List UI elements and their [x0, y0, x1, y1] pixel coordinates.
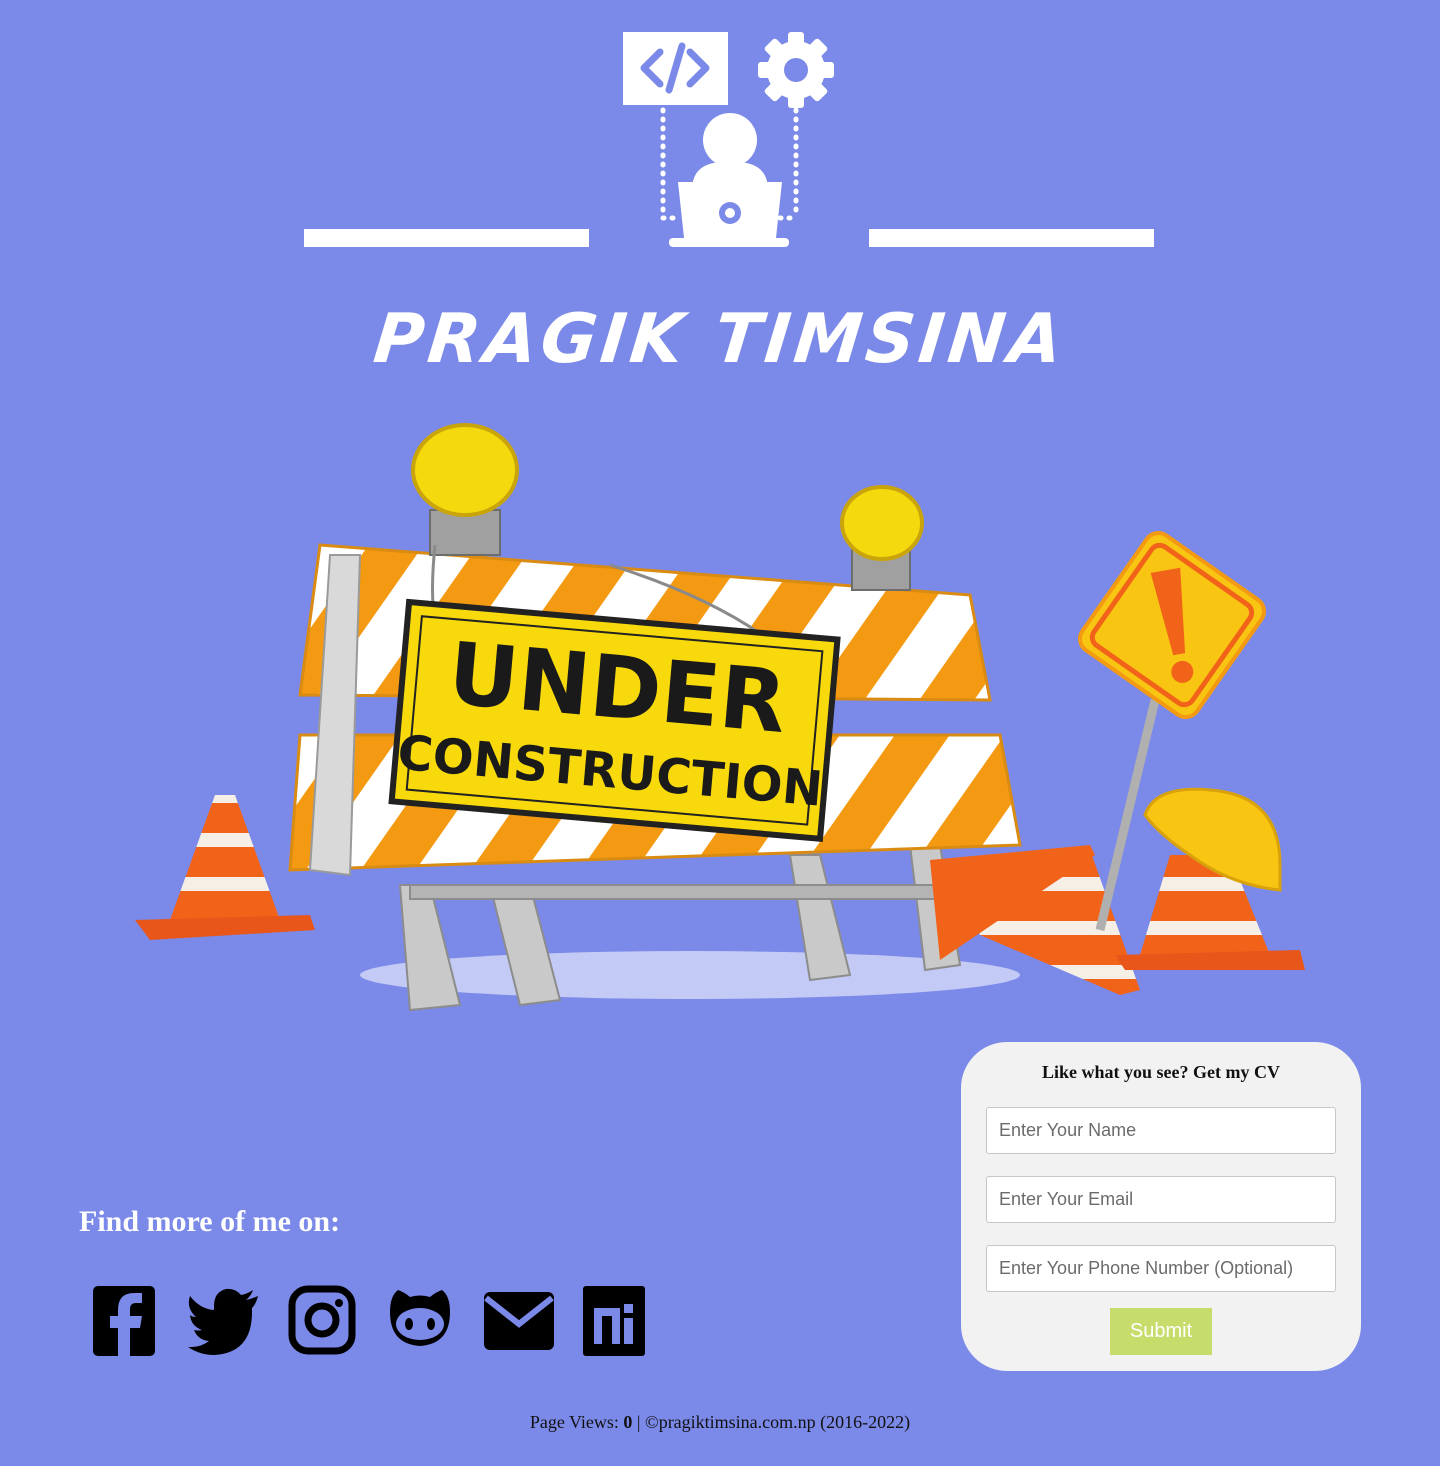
under-construction-sign: UNDER CONSTRUCTION	[388, 598, 841, 843]
code-icon	[623, 32, 728, 105]
email-icon	[484, 1292, 554, 1350]
submit-button[interactable]: Submit	[1110, 1308, 1212, 1355]
page-views-label: Page Views:	[529, 1412, 619, 1432]
github-icon	[390, 1290, 450, 1346]
footer: Page Views: 0 | ©pragiktimsina.com.np (2…	[0, 1412, 1440, 1433]
twitter-icon	[188, 1288, 258, 1355]
twitter-link[interactable]	[188, 1284, 260, 1356]
under-construction-illustration: UNDER CONSTRUCTION	[135, 423, 1305, 1012]
npm-link[interactable]	[580, 1284, 652, 1356]
logo-line-right	[869, 229, 1154, 247]
name-input[interactable]	[986, 1107, 1336, 1154]
copyright-text: ©pragiktimsina.com.np (2016-2022)	[645, 1412, 911, 1432]
warning-sign	[1078, 531, 1266, 719]
cv-form-title: Like what you see? Get my CV	[1042, 1062, 1280, 1082]
facebook-icon	[93, 1286, 155, 1356]
developer-laptop-icon	[669, 113, 789, 247]
traffic-cone-left	[135, 795, 315, 940]
social-title: Find more of me on:	[79, 1205, 341, 1238]
footer-separator: |	[636, 1412, 641, 1432]
cv-form-card: Like what you see? Get my CV Submit	[961, 1042, 1361, 1371]
social-links	[90, 1284, 678, 1356]
email-input[interactable]	[986, 1176, 1336, 1223]
npm-icon	[583, 1286, 645, 1356]
instagram-icon	[288, 1285, 356, 1355]
warning-light-right	[840, 485, 924, 591]
developer-logo	[623, 32, 834, 247]
page-views-count: 0	[623, 1412, 633, 1432]
logo-line-left	[304, 229, 589, 247]
site-title: PRAGIK TIMSINA	[370, 300, 1070, 379]
gear-icon	[758, 32, 834, 108]
warning-light-left	[411, 423, 519, 556]
phone-input[interactable]	[986, 1245, 1336, 1292]
instagram-link[interactable]	[286, 1284, 358, 1356]
email-link[interactable]	[482, 1284, 554, 1356]
facebook-link[interactable]	[90, 1284, 162, 1356]
github-link[interactable]	[384, 1284, 456, 1356]
